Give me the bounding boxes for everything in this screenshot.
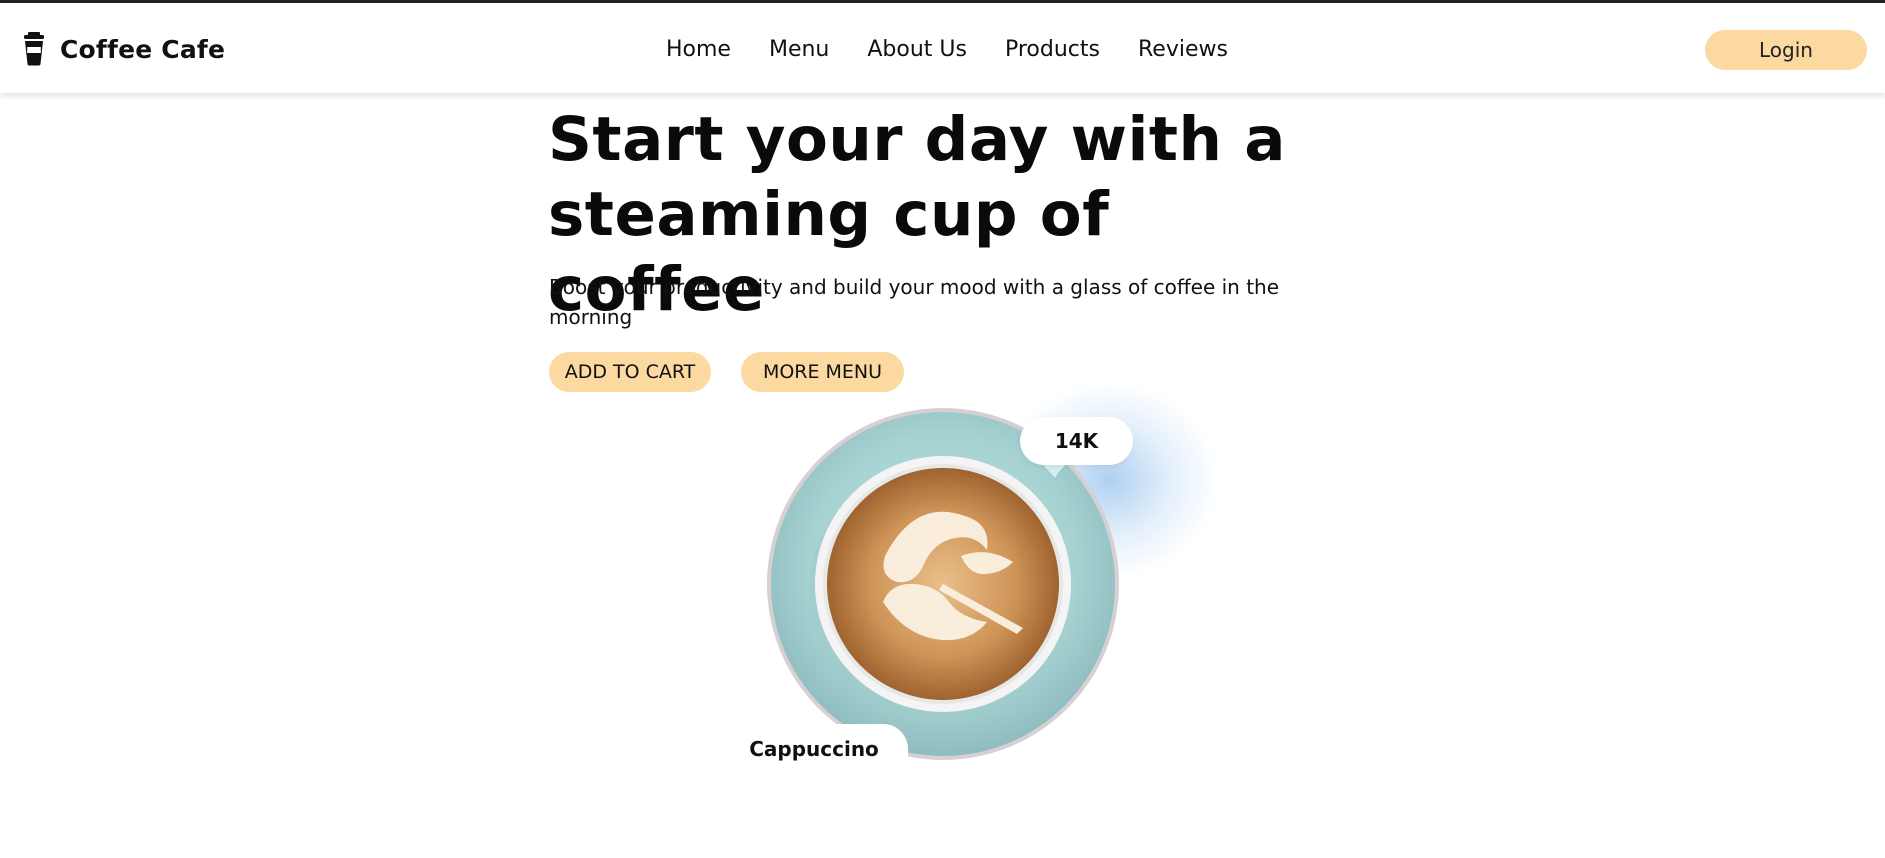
likes-badge: 14K [1020,417,1133,465]
hero-subtitle: Boost your productivity and build your m… [549,275,1280,329]
nav-about-link[interactable]: About Us [867,37,967,62]
product-name-badge: Cappuccino [720,724,908,774]
brand[interactable]: Coffee Cafe [22,32,225,66]
brand-name: Coffee Cafe [60,34,226,64]
page: Coffee Cafe Home Menu About Us Products … [0,0,1885,858]
nav-products-link[interactable]: Products [1005,37,1100,62]
add-to-cart-button[interactable]: ADD TO CART [549,352,711,392]
coffee-cup-icon [24,32,44,66]
nav-home-link[interactable]: Home [666,37,731,62]
top-navbar: Coffee Cafe Home Menu About Us Products … [0,0,1885,93]
nav-menu-link[interactable]: Menu [769,37,829,62]
main-nav: Home Menu About Us Products Reviews [666,37,1228,62]
hero-title-line-1: Start your day with a [548,104,1286,175]
login-button[interactable]: Login [1705,30,1867,70]
more-menu-button[interactable]: MORE MENU [741,352,904,392]
nav-reviews-link[interactable]: Reviews [1138,37,1228,62]
